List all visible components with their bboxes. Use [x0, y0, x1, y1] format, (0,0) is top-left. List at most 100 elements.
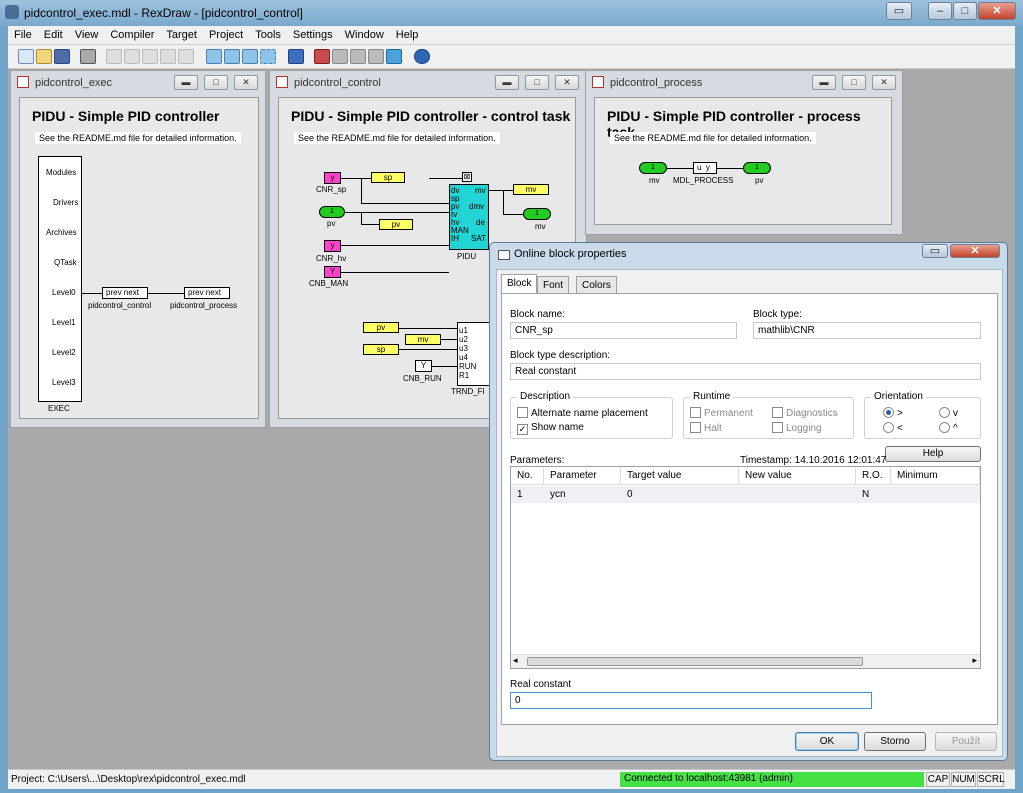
maximize-icon[interactable]: □	[525, 75, 549, 90]
cell-minimum[interactable]	[891, 486, 980, 503]
tab-font[interactable]: Font	[537, 276, 570, 293]
dialog-close-icon[interactable]: ✕	[950, 244, 1000, 258]
menu-view[interactable]: View	[69, 26, 105, 41]
orientation-up-radio[interactable]: ^	[939, 422, 958, 434]
close-button[interactable]: ✕	[978, 2, 1016, 20]
apply-button[interactable]: Použít	[935, 732, 997, 751]
maximize-icon[interactable]: □	[204, 75, 228, 90]
download-icon[interactable]	[314, 49, 330, 64]
paste-icon[interactable]	[142, 49, 158, 64]
cut-icon[interactable]	[106, 49, 122, 64]
cell-new-value[interactable]	[739, 486, 856, 503]
tab-colors[interactable]: Colors	[576, 276, 617, 293]
goto-mv-flag[interactable]: mv	[513, 184, 549, 195]
parameters-table[interactable]: No. Parameter Target value New value R.O…	[510, 466, 981, 669]
col-parameter[interactable]: Parameter	[544, 467, 621, 485]
storno-button[interactable]: Storno	[864, 732, 926, 751]
process-mv-pill[interactable]: 1	[639, 162, 667, 174]
menu-settings[interactable]: Settings	[287, 26, 339, 41]
window-process[interactable]: pidcontrol_process ▬ □ ✕ PIDU - Simple P…	[585, 70, 903, 235]
col-target-value[interactable]: Target value	[621, 467, 739, 485]
halt-checkbox[interactable]: Halt	[690, 422, 722, 434]
from-sp-flag[interactable]: sp	[363, 344, 399, 355]
online-block-properties-dialog[interactable]: Online block properties ▭ ✕ Block Font C…	[489, 242, 1008, 761]
diagnostics-checkbox[interactable]: Diagnostics	[772, 407, 838, 419]
copy-icon[interactable]	[124, 49, 140, 64]
task-process-block[interactable]: prev next	[184, 287, 230, 299]
dialog-restore-icon[interactable]: ▭	[922, 244, 948, 258]
value-input[interactable]: 0	[510, 692, 872, 709]
cnr-sp-block[interactable]: y	[324, 172, 341, 184]
from-mv-flag[interactable]: mv	[405, 334, 441, 345]
window-exec[interactable]: pidcontrol_exec ▬ □ ✕ PIDU - Simple PID …	[10, 70, 266, 428]
menu-target[interactable]: Target	[160, 26, 203, 41]
mv-output-pill[interactable]: 1	[523, 208, 551, 220]
menu-window[interactable]: Window	[339, 26, 390, 41]
minimize-icon[interactable]: ▬	[812, 75, 836, 90]
disconnect-icon[interactable]	[368, 49, 384, 64]
orientation-down-radio[interactable]: v	[939, 407, 958, 419]
permanent-checkbox[interactable]: Permanent	[690, 407, 753, 419]
process-pv-pill[interactable]: 1	[743, 162, 771, 174]
close-icon[interactable]: ✕	[234, 75, 258, 90]
mdl-process-block[interactable]: u y	[693, 162, 717, 174]
close-icon[interactable]: ✕	[872, 75, 896, 90]
logging-checkbox[interactable]: Logging	[772, 422, 822, 434]
zoom-fit-icon[interactable]	[242, 49, 258, 64]
exec-block[interactable]	[38, 156, 82, 402]
new-file-icon[interactable]	[18, 49, 34, 64]
col-new-value[interactable]: New value	[739, 467, 856, 485]
connect-icon[interactable]	[350, 49, 366, 64]
maximize-button[interactable]: □	[953, 2, 977, 20]
minimize-icon[interactable]: ▬	[495, 75, 519, 90]
pv-input-pill[interactable]: 1	[319, 206, 345, 218]
close-icon[interactable]: ✕	[555, 75, 579, 90]
col-minimum[interactable]: Minimum	[891, 467, 980, 485]
menu-edit[interactable]: Edit	[38, 26, 69, 41]
cnb-run-block[interactable]: Y	[415, 360, 432, 372]
cnr-hv-block[interactable]: y	[324, 240, 341, 252]
zoom-in-icon[interactable]	[206, 49, 222, 64]
orientation-left-radio[interactable]: <	[883, 422, 903, 434]
menu-compiler[interactable]: Compiler	[104, 26, 160, 41]
zoom-select-icon[interactable]	[260, 49, 276, 64]
cell-target-value[interactable]: 0	[621, 486, 739, 503]
exec-canvas[interactable]: PIDU - Simple PID controller See the REA…	[19, 97, 259, 419]
scroll-left-icon[interactable]: ◂	[513, 655, 518, 666]
col-no[interactable]: No.	[511, 467, 544, 485]
cnb-man-block[interactable]: Y	[324, 266, 341, 278]
scroll-right-icon[interactable]: ▸	[972, 655, 977, 666]
horizontal-scrollbar[interactable]: ◂ ▸	[511, 654, 980, 668]
alternate-name-checkbox[interactable]: Alternate name placement	[517, 407, 648, 419]
show-name-checkbox[interactable]: ✓ Show name	[517, 422, 584, 435]
restore-icon-app[interactable]: ▭	[886, 2, 912, 20]
ok-button[interactable]: OK	[795, 732, 859, 751]
block-type-field[interactable]: mathlib\CNR	[753, 322, 981, 339]
zoom-out-icon[interactable]	[224, 49, 240, 64]
cell-parameter[interactable]: ycn	[544, 486, 621, 503]
open-folder-icon[interactable]	[36, 49, 52, 64]
process-canvas[interactable]: PIDU - Simple PID controller - process t…	[594, 97, 892, 225]
maximize-icon[interactable]: □	[842, 75, 866, 90]
menu-project[interactable]: Project	[203, 26, 249, 41]
minimize-button[interactable]: –	[928, 2, 952, 20]
menu-help[interactable]: Help	[390, 26, 425, 41]
scroll-thumb[interactable]	[527, 657, 863, 666]
compile-icon[interactable]	[288, 49, 304, 64]
info-icon[interactable]	[414, 49, 430, 64]
task-control-block[interactable]: prev next	[102, 287, 148, 299]
cell-no[interactable]: 1	[511, 486, 544, 503]
type-desc-field[interactable]: Real constant	[510, 363, 981, 380]
from-pv-flag[interactable]: pv	[363, 322, 399, 333]
help-button[interactable]: Help	[885, 446, 981, 462]
minimize-icon[interactable]: ▬	[174, 75, 198, 90]
goto-pv-flag[interactable]: pv	[379, 219, 413, 230]
block-name-field[interactable]: CNR_sp	[510, 322, 737, 339]
save-icon[interactable]	[54, 49, 70, 64]
tab-block[interactable]: Block	[501, 274, 538, 294]
redo-icon[interactable]	[178, 49, 194, 64]
cell-ro[interactable]: N	[856, 486, 891, 503]
menu-file[interactable]: File	[8, 26, 38, 41]
col-ro[interactable]: R.O.	[856, 467, 891, 485]
watch-icon[interactable]	[386, 49, 402, 64]
